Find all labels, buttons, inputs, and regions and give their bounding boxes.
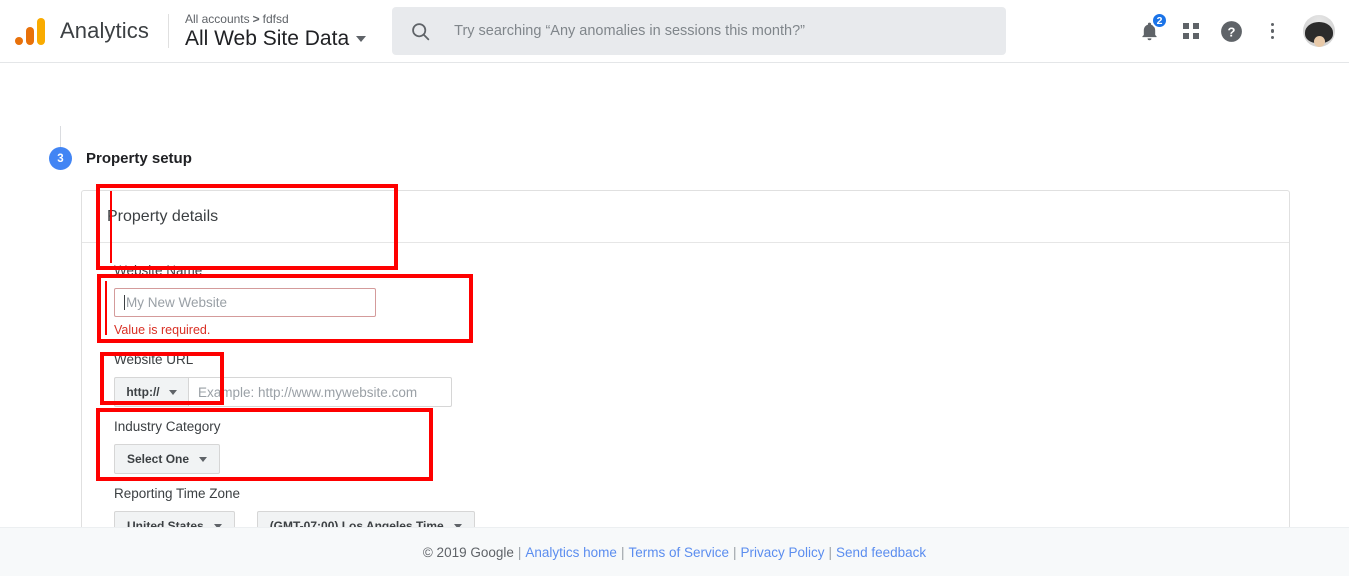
card-body: Website Name My New Website Value is req… [82,243,1289,556]
website-name-label: Website Name [114,263,203,278]
svg-text:?: ? [1228,24,1236,39]
more-options-button[interactable] [1252,9,1293,53]
apps-button[interactable] [1170,9,1211,53]
reporting-time-zone-label: Reporting Time Zone [114,486,241,501]
website-name-field: Website Name My New Website Value is req… [114,263,376,337]
website-url-row: http:// Example: http://www.mywebsite.co… [114,377,452,407]
website-name-error: Value is required. [114,323,211,337]
chevron-down-icon [168,389,177,395]
search-input[interactable]: Try searching “Any anomalies in sessions… [392,7,1007,55]
annotation-bar-website-name [110,191,112,263]
breadcrumb-separator: > [252,12,260,26]
google-analytics-logo-icon [15,17,45,45]
website-name-input[interactable]: My New Website [114,288,376,317]
top-app-bar: Analytics All accounts > fdfsd All Web Sit… [0,0,1349,63]
footer-links: © 2019 Google | Analytics home | Terms of Se… [423,545,926,560]
breadcrumb: All accounts > fdfsd [185,13,366,25]
industry-category-select[interactable]: Select One [114,444,221,474]
analytics-property-setup-page: Analytics All accounts > fdfsd All Web Sit… [0,0,1349,576]
website-url-label: Website URL [114,352,194,367]
footer-link-privacy-policy[interactable]: Privacy Policy [741,545,825,560]
search-area: Try searching “Any anomalies in sessions… [366,7,1129,55]
notifications-button[interactable]: 2 [1129,9,1170,53]
page-footer: © 2019 Google | Analytics home | Terms of Se… [0,527,1349,576]
view-name: All Web Site Data [184,27,350,50]
footer-separator: | [620,544,625,560]
annotation-bar-website-url [105,281,107,335]
footer-separator: | [732,544,737,560]
brand-title: Analytics [60,18,149,43]
help-circle-icon: ? [1221,20,1242,42]
footer-separator: | [517,544,522,560]
view-selector[interactable]: All Web Site Data [184,27,367,50]
protocol-value: http:// [126,385,160,399]
property-details-card: Property details Website Name My New Web… [81,190,1290,556]
page-title: Property setup [86,150,192,167]
breadcrumb-account[interactable]: All accounts [185,12,250,26]
avatar[interactable] [1303,15,1335,47]
chevron-down-icon [199,456,208,462]
analytics-logo-button[interactable] [0,0,60,63]
step-connector-line [60,126,61,147]
help-button[interactable]: ? [1211,9,1252,53]
step-number-badge: 3 [49,147,72,170]
footer-separator: | [828,544,833,560]
card-title: Property details [107,207,219,225]
website-url-input[interactable]: Example: http://www.mywebsite.com [188,377,452,407]
card-header: Property details [82,191,1289,243]
industry-category-value: Select One [127,452,190,466]
more-vertical-icon [1270,22,1275,40]
search-icon [412,22,430,40]
main-content: 3 Property setup Property details Websit… [0,63,1349,576]
step-header: 3 Property setup [49,147,192,170]
chevron-down-icon [356,35,367,42]
notification-count-badge: 2 [1151,12,1168,29]
protocol-select[interactable]: http:// [114,377,188,407]
text-cursor [124,295,125,310]
header-actions: 2 ? [1129,9,1349,53]
industry-category-label: Industry Category [114,419,221,434]
website-url-field: Website URL http:// Example: http://www.… [114,352,452,407]
apps-grid-icon [1182,23,1199,39]
industry-category-field: Industry Category Select One [114,419,221,474]
breadcrumb-property[interactable]: fdfsd [263,12,289,26]
footer-link-terms-of-service[interactable]: Terms of Service [628,545,729,560]
website-url-placeholder: Example: http://www.mywebsite.com [198,384,418,400]
footer-copyright: © 2019 Google [422,544,514,560]
footer-link-send-feedback[interactable]: Send feedback [836,545,926,560]
footer-link-analytics-home[interactable]: Analytics home [525,545,617,560]
account-selector[interactable]: All accounts > fdfsd All Web Site Data [169,13,367,50]
website-name-placeholder: My New Website [126,295,228,310]
search-placeholder: Try searching “Any anomalies in sessions… [454,23,805,39]
